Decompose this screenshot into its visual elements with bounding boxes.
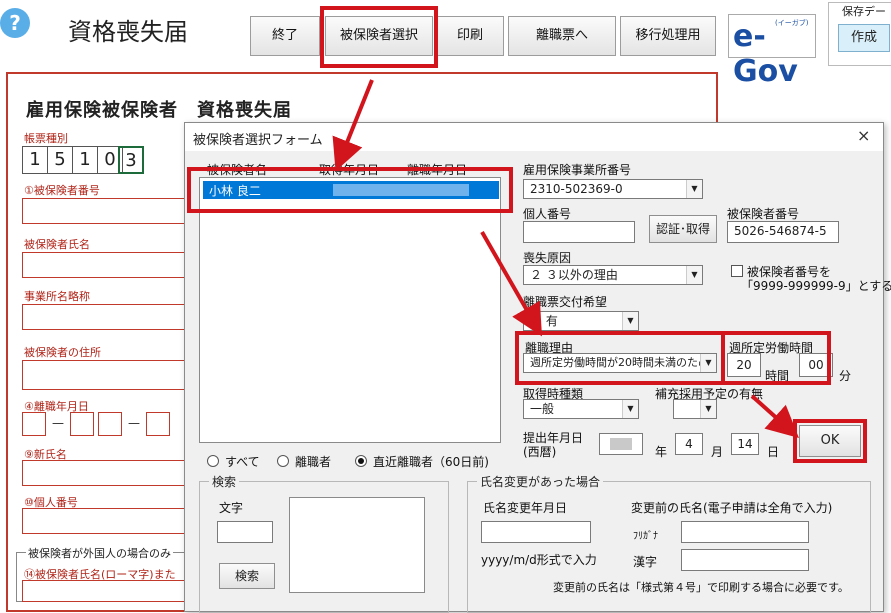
insured-number-checkbox[interactable] [731, 265, 743, 277]
separation-slip-value: １ 有 [530, 314, 558, 328]
year-unit: 年 [655, 445, 668, 459]
day-unit: 日 [767, 445, 780, 459]
leave-date-era[interactable] [22, 412, 46, 436]
kanji-label: 漢字 [633, 555, 658, 569]
print-button[interactable]: 印刷 [436, 16, 504, 56]
auth-button[interactable]: 認証･取得 [649, 215, 717, 243]
prev-name-note: 変更前の氏名は「様式第４号」で印刷する場合に必要です。 [553, 581, 849, 594]
search-input[interactable] [217, 521, 273, 543]
chouhyou-label: 帳票種別 [24, 132, 68, 145]
chouhyou-digit-3: 1 [72, 146, 98, 174]
insured-number-field[interactable] [22, 198, 186, 224]
chouhyou-digit-1: 1 [22, 146, 48, 174]
select-insured-highlight [320, 6, 438, 68]
office-number-select[interactable]: 2310-502369-0 ▼ [523, 179, 703, 199]
leave-date-year[interactable] [70, 412, 94, 436]
name-change-group-title: 氏名変更があった場合 [477, 473, 604, 490]
acquisition-type-value: 一般 [530, 402, 555, 416]
submit-day-input[interactable]: 14 [731, 433, 759, 455]
checkbox-label-line2: 「9999-999999-9」とする [741, 279, 891, 293]
separation-slip-button[interactable]: 離職票へ [508, 16, 616, 56]
chevron-down-icon: ▼ [686, 180, 702, 198]
leave-date-dash-2: — [128, 416, 140, 430]
office-name-field[interactable] [22, 304, 186, 330]
close-icon[interactable]: × [857, 126, 870, 145]
month-unit: 月 [711, 445, 724, 459]
name-change-date-input[interactable] [481, 521, 591, 543]
chevron-down-icon: ▼ [686, 266, 702, 284]
filter-all-label: すべて [225, 455, 260, 469]
insured-name-label: 被保険者氏名 [24, 238, 90, 251]
insured-list[interactable] [199, 177, 501, 443]
office-number-label: 雇用保険事業所番号 [523, 163, 632, 177]
separation-slip-label: 離職票交付希望 [523, 295, 608, 309]
page-title: 資格喪失届 [68, 18, 188, 46]
replacement-select[interactable]: ▼ [673, 399, 717, 419]
search-button[interactable]: 検索 [219, 563, 275, 589]
search-group-title: 検索 [209, 473, 240, 490]
personal-number-input[interactable] [523, 221, 635, 243]
submit-year-redacted [610, 438, 632, 450]
insured-name-field[interactable] [22, 252, 186, 278]
leave-date-day[interactable] [146, 412, 170, 436]
name-change-date-hint: yyyy/m/d形式で入力 [481, 553, 597, 567]
save-data-label: 保存デー [840, 3, 888, 19]
help-icon[interactable]: ? [0, 8, 30, 38]
egov-sub-label: (イーガブ) [775, 19, 809, 27]
migration-button[interactable]: 移行処理用 [620, 16, 716, 56]
submit-date-sub: (西暦) [523, 445, 557, 459]
submit-year-input[interactable] [599, 433, 643, 455]
name-change-date-label: 氏名変更年月日 [483, 501, 568, 515]
loss-reason-label: 喪失原因 [523, 251, 572, 265]
chouhyou-digit-2: 5 [47, 146, 73, 174]
address-label: 被保険者の住所 [24, 346, 101, 359]
loss-reason-value: ２ ３以外の理由 [530, 268, 618, 282]
address-field[interactable] [22, 360, 186, 390]
personal-number-field[interactable] [22, 508, 186, 534]
chevron-down-icon: ▼ [622, 312, 638, 330]
chevron-down-icon: ▼ [700, 400, 716, 418]
weekly-hours-highlight [721, 331, 831, 385]
insured-number-label: ①被保険者番号 [24, 184, 100, 197]
exit-button[interactable]: 終了 [250, 16, 320, 56]
egov-logo: e-Gov [733, 19, 798, 89]
acquisition-type-select[interactable]: 一般 ▼ [523, 399, 639, 419]
insured-number-label-dlg: 被保険者番号 [727, 207, 800, 221]
separation-reason-highlight [515, 331, 725, 385]
form-title: 雇用保険被保険者 資格喪失届 [26, 100, 292, 121]
filter-left-label: 離職者 [295, 455, 332, 469]
new-name-field[interactable] [22, 460, 186, 486]
insured-select-dialog: 被保険者選択フォーム × 被保険者名 取得年月日 離職年月日 小林 良二 雇用保… [184, 122, 891, 613]
loss-reason-select[interactable]: ２ ３以外の理由 ▼ [523, 265, 703, 285]
search-text-label: 文字 [219, 501, 244, 515]
filter-recent-radio[interactable] [355, 455, 367, 467]
dialog-title: 被保険者選択フォーム [193, 133, 323, 148]
leave-date-dash-1: — [52, 416, 64, 430]
separation-slip-select[interactable]: １ 有 ▼ [523, 311, 639, 331]
list-item-highlight [187, 167, 513, 213]
leave-date-month[interactable] [98, 412, 122, 436]
roman-name-field[interactable] [22, 580, 186, 602]
prev-name-label: 変更前の氏名(電子申請は全角で入力) [631, 501, 833, 515]
furigana-label: ﾌﾘｶﾞﾅ [633, 531, 658, 542]
ok-button-highlight [793, 419, 867, 463]
office-name-label: 事業所名略称 [24, 290, 90, 303]
foreign-group-label: 被保険者が外国人の場合のみ [26, 545, 173, 561]
minutes-unit: 分 [839, 369, 852, 383]
office-number-value: 2310-502369-0 [530, 182, 623, 196]
insured-number-input[interactable]: 5026-546874-5 [727, 221, 839, 243]
create-button[interactable]: 作成 [838, 24, 890, 52]
filter-recent-label: 直近離職者（60日前) [373, 455, 489, 469]
personal-number-label-dlg: 個人番号 [523, 207, 572, 221]
chouhyou-digit-5[interactable]: 3 [118, 146, 144, 174]
furigana-input[interactable] [681, 521, 809, 543]
egov-button[interactable]: e-Gov (イーガブ) [728, 14, 816, 89]
filter-all-radio[interactable] [207, 455, 219, 467]
chevron-down-icon: ▼ [622, 400, 638, 418]
kanji-input[interactable] [681, 549, 809, 571]
submit-month-input[interactable]: 4 [675, 433, 703, 455]
filter-left-radio[interactable] [277, 455, 289, 467]
search-results-list[interactable] [289, 497, 425, 593]
